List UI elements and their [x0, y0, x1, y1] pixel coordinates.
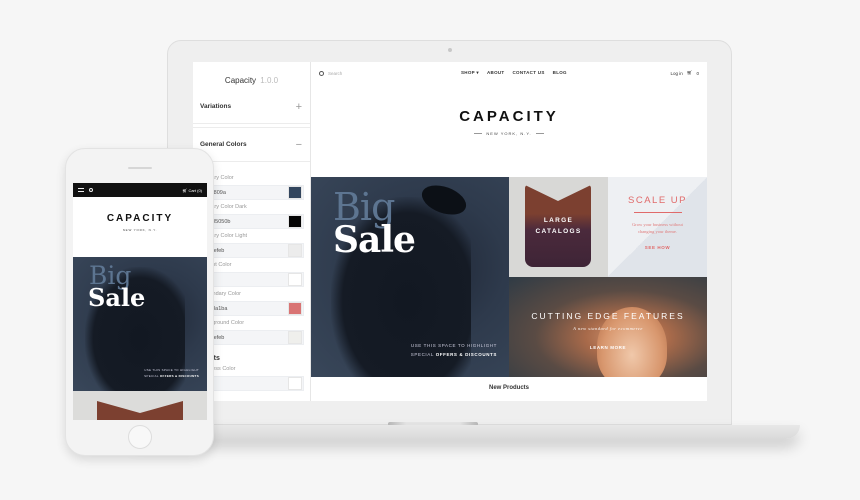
section-label: Variations — [200, 103, 232, 110]
store-logo[interactable]: CAPACITY — [311, 108, 707, 125]
color-input[interactable]: #505050b — [200, 214, 304, 229]
color-swatch[interactable] — [288, 331, 302, 344]
catalog-line1: LARGE — [543, 217, 574, 224]
phone-header: 🛒︎ Cart (0) — [73, 183, 207, 197]
phone-logo[interactable]: CAPACITY — [73, 213, 207, 224]
search-placeholder: Search — [328, 70, 343, 76]
cart-icon[interactable]: 🛒︎ — [687, 70, 693, 76]
field-label: Primary Color Dark — [200, 204, 247, 210]
phone-hero-banner[interactable]: Big Sale USE THIS SPACE TO HIGHLIGHT SPE… — [73, 257, 207, 391]
color-swatch[interactable] — [288, 273, 302, 286]
menu-icon[interactable] — [78, 188, 84, 192]
learn-more-link[interactable]: LEARN MORE — [509, 345, 707, 350]
search-icon[interactable] — [89, 188, 93, 192]
phone-frame: 🛒︎ Cart (0) CAPACITY NEW YORK, N.Y. Big … — [65, 148, 214, 456]
scale-up-title: SCALE UP — [628, 195, 687, 206]
phone-speaker — [128, 167, 152, 169]
nav-about[interactable]: ABOUT — [487, 70, 505, 76]
section-label: General Colors — [200, 141, 247, 148]
color-swatch[interactable] — [288, 302, 302, 315]
nav-contact[interactable]: CONTACT US — [512, 70, 544, 76]
app-name: Capacity — [224, 76, 257, 85]
color-input[interactable]: #d8a1ba — [200, 301, 304, 316]
color-input[interactable] — [200, 376, 304, 391]
color-swatch[interactable] — [288, 215, 302, 228]
phone-wallet-notch — [97, 401, 183, 413]
field-label: Primary Color Light — [200, 233, 248, 239]
search-field[interactable]: Search — [319, 70, 343, 76]
cart-icon: 🛒︎ — [182, 187, 188, 193]
scale-up-rule — [633, 212, 682, 213]
hero-banner[interactable]: Big Sale USE THIS SPACE TO HIGHLIGHT SPE… — [311, 177, 509, 377]
phone-catalog-tile[interactable] — [73, 391, 207, 420]
catalog-tile-text: LARGE CATALOGS — [509, 215, 608, 237]
expand-icon[interactable]: + — [296, 101, 302, 113]
home-button[interactable] — [128, 425, 152, 449]
settings-title: Capacity 1.0.0 — [193, 62, 310, 90]
phone-cart[interactable]: 🛒︎ Cart (0) — [182, 188, 202, 193]
account-links: Log in 🛒︎ 0 — [671, 70, 700, 76]
field-label: Success Color — [200, 366, 236, 372]
features-title: CUTTING EDGE FEATURES — [531, 311, 685, 321]
main-nav: SHOP ▾ ABOUT CONTACT US BLOG — [461, 70, 567, 76]
color-input[interactable]: #fff — [200, 272, 304, 287]
store-preview: Search SHOP ▾ ABOUT CONTACT US BLOG Log … — [311, 62, 707, 401]
color-swatch[interactable] — [288, 244, 302, 257]
phone-screen: 🛒︎ Cart (0) CAPACITY NEW YORK, N.Y. Big … — [73, 183, 207, 420]
phone-tagline: NEW YORK, N.Y. — [122, 228, 158, 232]
nav-shop[interactable]: SHOP ▾ — [461, 70, 479, 76]
phone-logo-block: CAPACITY NEW YORK, N.Y. — [73, 197, 207, 257]
store-tagline: NEW YORK, N.Y. — [311, 131, 707, 136]
field-label: Accent Color — [200, 262, 232, 268]
phone-caption-bold: OFFERS & DISCOUNTS — [159, 374, 199, 378]
laptop-base — [130, 425, 800, 439]
hero-caption-line1: USE THIS SPACE TO HIGHLIGHT — [410, 343, 497, 348]
cart-count[interactable]: 0 — [696, 71, 699, 76]
app-version: 1.0.0 — [260, 76, 279, 85]
color-input[interactable]: #efefeb — [200, 243, 304, 258]
field-label: Secondary Color — [200, 291, 241, 297]
new-products-heading: New Products — [488, 385, 529, 391]
hero-title-sale: Sale — [333, 219, 416, 261]
phone-hero-sale: Sale — [88, 283, 146, 312]
color-input[interactable]: #3f809a — [200, 185, 304, 200]
store-header: Search SHOP ▾ ABOUT CONTACT US BLOG Log … — [311, 62, 707, 84]
login-link[interactable]: Log in — [671, 71, 683, 76]
search-icon — [319, 70, 324, 76]
alerts-heading: Alerts — [200, 355, 304, 362]
catalog-tile[interactable]: LARGE CATALOGS — [509, 177, 608, 277]
field-label: Primary Color — [200, 175, 234, 181]
color-swatch[interactable] — [288, 377, 302, 390]
features-tile: CUTTING EDGE FEATURES A new standard for… — [509, 277, 707, 377]
field-label: Background Color — [200, 320, 245, 326]
scale-up-description: Grow your business without changing your… — [632, 222, 683, 234]
wallet-notch — [525, 185, 591, 201]
phone-hero-caption: USE THIS SPACE TO HIGHLIGHT SPECIAL OFFE… — [144, 367, 199, 379]
features-subtitle: A new standard for ecommerce — [573, 326, 643, 331]
laptop-screen: Capacity 1.0.0 Variations + General Colo… — [193, 62, 707, 401]
catalog-line2: CATALOGS — [535, 228, 582, 235]
cart-label: Cart (0) — [188, 187, 202, 193]
color-input[interactable]: #efefeb — [200, 330, 304, 345]
hero-caption-bold: OFFERS & DISCOUNTS — [435, 352, 497, 357]
color-swatch[interactable] — [288, 186, 302, 199]
store-logo-block: CAPACITY NEW YORK, N.Y. — [311, 84, 707, 177]
laptop-camera — [448, 48, 452, 52]
see-how-link[interactable]: SEE HOW — [608, 245, 707, 250]
section-variations[interactable]: Variations + — [193, 90, 310, 124]
phone-caption-prefix: SPECIAL — [144, 374, 160, 378]
hero-caption-prefix: SPECIAL — [410, 352, 436, 357]
hero-caption: USE THIS SPACE TO HIGHLIGHT SPECIAL OFFE… — [411, 341, 497, 359]
scale-up-tile: SCALE UP Grow your business without chan… — [608, 177, 707, 277]
nav-blog[interactable]: BLOG — [553, 70, 567, 76]
collapse-icon[interactable]: − — [296, 139, 302, 151]
